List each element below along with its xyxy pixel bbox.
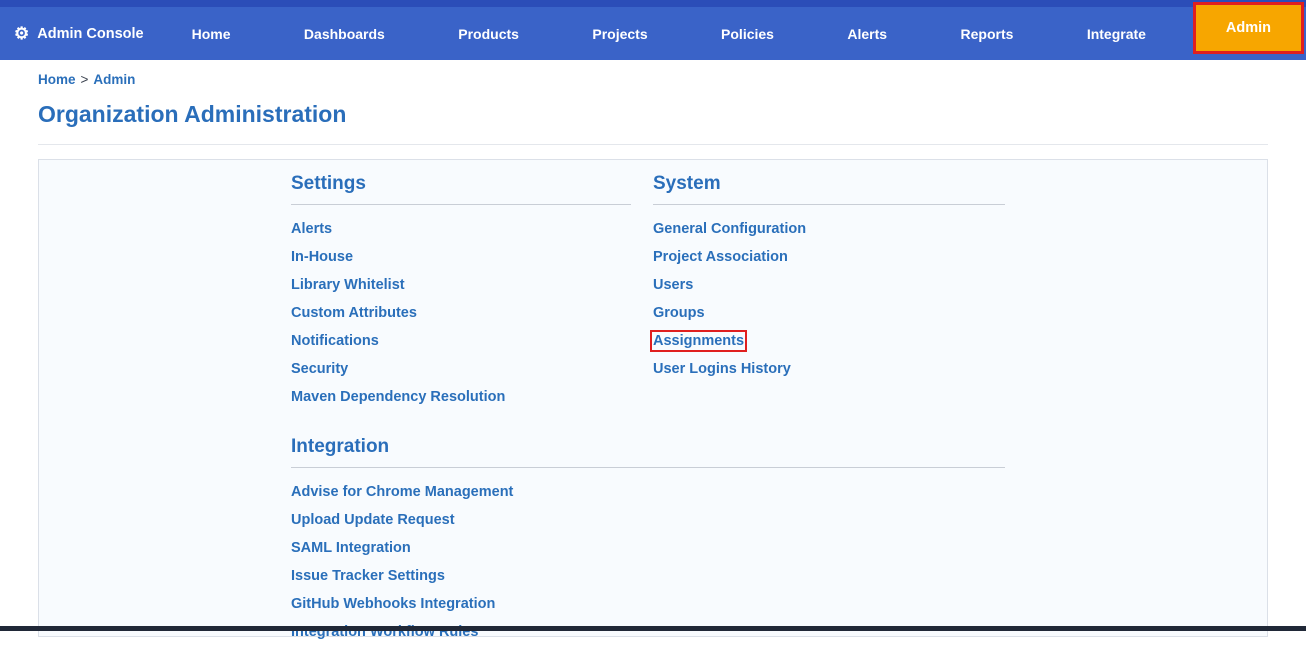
link-alerts[interactable]: Alerts (291, 221, 332, 237)
list-item: User Logins History (653, 360, 1005, 378)
list-item: Project Association (653, 248, 1005, 266)
section-system: System General Configuration Project Ass… (649, 173, 1005, 416)
gear-icon: ⚙ (14, 24, 30, 43)
link-in-house[interactable]: In-House (291, 249, 353, 265)
bottom-border-strip (0, 626, 1306, 631)
admin-panel: Settings Alerts In-House Library Whiteli… (38, 159, 1268, 640)
nav-item-home[interactable]: Home (192, 26, 231, 42)
section-integration: Integration Advise for Chrome Management… (291, 436, 1005, 651)
admin-panel-content: Settings Alerts In-House Library Whiteli… (39, 160, 1267, 651)
integration-link-list: Advise for Chrome Management Upload Upda… (291, 483, 1005, 641)
list-item: Notifications (291, 332, 631, 350)
link-security[interactable]: Security (291, 361, 348, 377)
list-item: Library Whitelist (291, 276, 631, 294)
brand-label: Admin Console (37, 25, 144, 42)
nav-item-reports[interactable]: Reports (961, 26, 1014, 42)
page-header: Organization Administration (38, 101, 1268, 145)
list-item: Advise for Chrome Management (291, 483, 1005, 501)
list-item: GitHub Webhooks Integration (291, 595, 1005, 613)
list-item: Issue Tracker Settings (291, 567, 1005, 585)
link-advise-for-chrome-management[interactable]: Advise for Chrome Management (291, 484, 513, 500)
list-item: Upload Update Request (291, 511, 1005, 529)
link-project-association[interactable]: Project Association (653, 249, 788, 265)
link-github-webhooks-integration[interactable]: GitHub Webhooks Integration (291, 596, 495, 612)
link-assignments[interactable]: Assignments (649, 330, 748, 352)
list-item: Maven Dependency Resolution (291, 388, 631, 406)
breadcrumb-home-link[interactable]: Home (38, 72, 76, 87)
brand-admin-console[interactable]: ⚙ Admin Console (14, 25, 144, 42)
section-settings: Settings Alerts In-House Library Whiteli… (291, 173, 653, 416)
page-title: Organization Administration (38, 101, 347, 127)
nav-item-products[interactable]: Products (458, 26, 519, 42)
nav-item-dashboards[interactable]: Dashboards (304, 26, 385, 42)
system-link-list: General Configuration Project Associatio… (649, 220, 1005, 378)
nav-item-policies[interactable]: Policies (721, 26, 774, 42)
settings-link-list: Alerts In-House Library Whitelist Custom… (291, 220, 631, 406)
list-item: Assignments (649, 330, 1005, 352)
link-users[interactable]: Users (653, 277, 693, 293)
link-notifications[interactable]: Notifications (291, 333, 379, 349)
list-item: Security (291, 360, 631, 378)
breadcrumb: Home > Admin (0, 60, 1306, 87)
top-border-strip (0, 0, 1306, 7)
nav-item-integrate[interactable]: Integrate (1087, 26, 1146, 42)
integration-heading: Integration (291, 436, 1005, 468)
list-item: Groups (653, 304, 1005, 322)
breadcrumb-separator: > (80, 72, 89, 87)
top-navbar: ⚙ Admin Console Home Dashboards Products… (0, 2, 1306, 60)
link-maven-dependency-resolution[interactable]: Maven Dependency Resolution (291, 389, 505, 405)
settings-heading: Settings (291, 173, 631, 205)
link-library-whitelist[interactable]: Library Whitelist (291, 277, 405, 293)
admin-button[interactable]: Admin (1195, 5, 1301, 51)
list-item: Custom Attributes (291, 304, 631, 322)
link-general-configuration[interactable]: General Configuration (653, 221, 806, 237)
list-item: In-House (291, 248, 631, 266)
link-saml-integration[interactable]: SAML Integration (291, 540, 411, 556)
link-upload-update-request[interactable]: Upload Update Request (291, 512, 455, 528)
list-item: SAML Integration (291, 539, 1005, 557)
link-issue-tracker-settings[interactable]: Issue Tracker Settings (291, 568, 445, 584)
link-custom-attributes[interactable]: Custom Attributes (291, 305, 417, 321)
admin-button-highlight-box: Admin (1192, 2, 1304, 54)
system-heading: System (653, 173, 1005, 205)
nav-item-projects[interactable]: Projects (592, 26, 647, 42)
link-user-logins-history[interactable]: User Logins History (653, 361, 791, 377)
nav-item-alerts[interactable]: Alerts (847, 26, 887, 42)
list-item: Users (653, 276, 1005, 294)
list-item: General Configuration (653, 220, 1005, 238)
breadcrumb-admin-link[interactable]: Admin (93, 72, 135, 87)
link-groups[interactable]: Groups (653, 305, 705, 321)
list-item: Alerts (291, 220, 631, 238)
main-nav: Home Dashboards Products Projects Polici… (192, 26, 1146, 42)
